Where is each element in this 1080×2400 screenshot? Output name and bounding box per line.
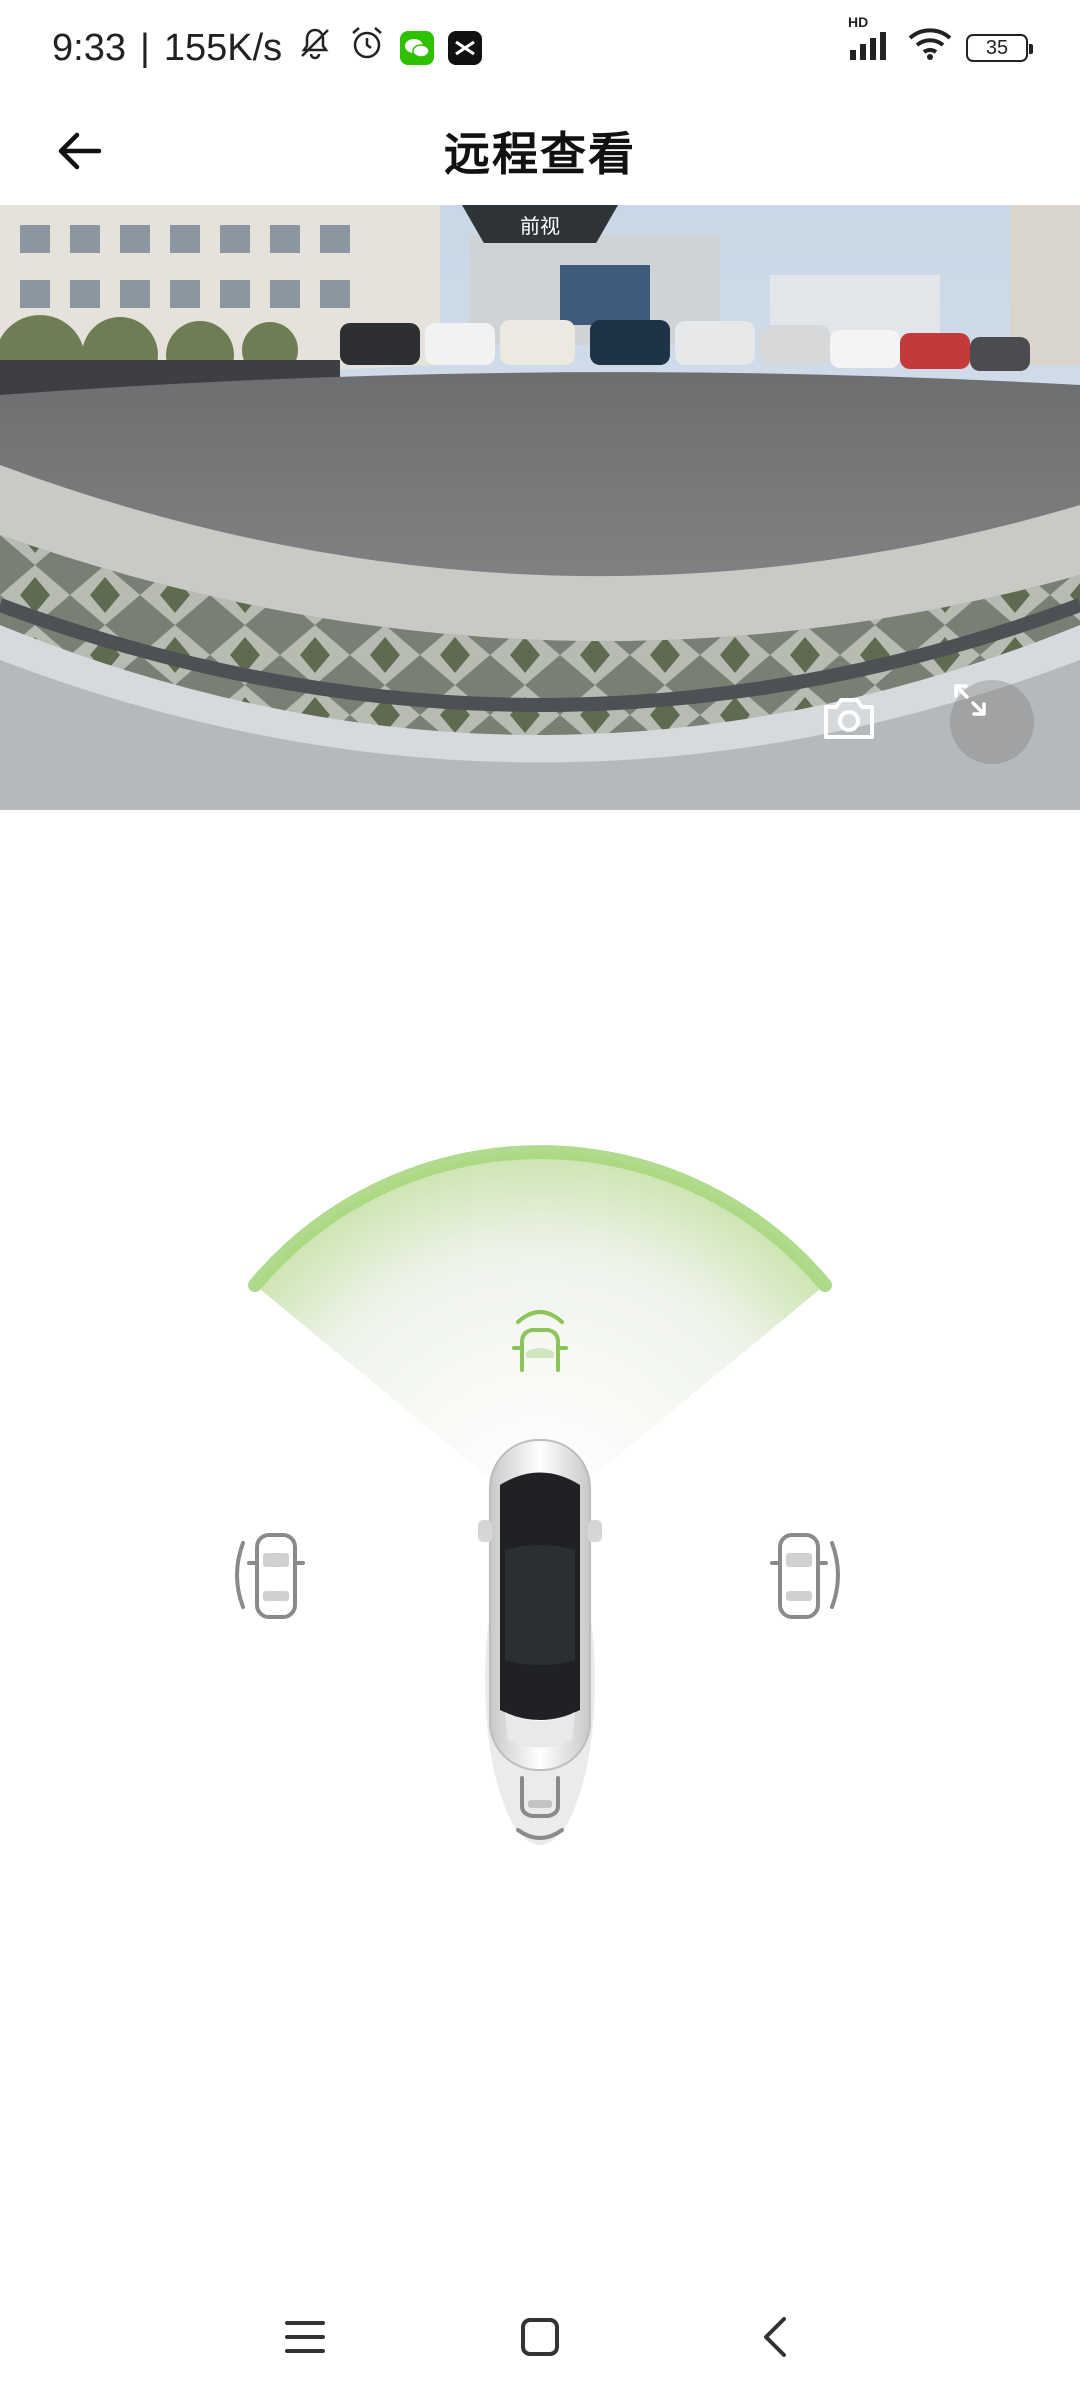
home-button[interactable] bbox=[495, 2292, 585, 2382]
expand-icon bbox=[954, 684, 986, 716]
back-button[interactable] bbox=[44, 118, 114, 184]
wifi-icon bbox=[908, 26, 952, 70]
header: 远程查看 bbox=[0, 96, 1080, 206]
recents-button[interactable] bbox=[260, 2292, 350, 2382]
camera-icon bbox=[824, 698, 874, 739]
car-left-icon bbox=[235, 1533, 305, 1619]
camera-selector bbox=[0, 1100, 1080, 1900]
menu-icon bbox=[285, 2321, 325, 2353]
battery-level: 35 bbox=[985, 36, 1009, 59]
capcut-icon bbox=[448, 31, 483, 65]
status-bar: 9:33 | 155K/s HD 35 bbox=[0, 0, 1080, 96]
system-nav-bar bbox=[0, 2270, 1080, 2400]
status-left: 9:33 | 155K/s bbox=[52, 24, 483, 72]
mute-icon bbox=[296, 24, 334, 72]
right-camera-button[interactable] bbox=[755, 1520, 855, 1630]
status-separator: | bbox=[139, 26, 150, 69]
status-right: HD 35 bbox=[848, 14, 1033, 70]
page-title: 远程查看 bbox=[444, 127, 636, 181]
wechat-icon bbox=[400, 31, 435, 65]
back-icon bbox=[764, 2317, 786, 2357]
alarm-icon bbox=[348, 24, 386, 72]
camera-feed[interactable]: 前视 bbox=[0, 205, 1080, 810]
front-camera-button[interactable] bbox=[490, 1295, 590, 1385]
rear-camera-button[interactable] bbox=[495, 1760, 585, 1860]
battery-icon: 35 bbox=[966, 34, 1033, 62]
arrow-left-icon bbox=[58, 132, 102, 170]
signal-label: HD bbox=[848, 14, 869, 30]
view-label: 前视 bbox=[462, 205, 618, 243]
signal-icon: HD bbox=[848, 14, 894, 70]
system-back-button[interactable] bbox=[730, 2292, 820, 2382]
left-camera-button[interactable] bbox=[220, 1520, 320, 1630]
status-time: 9:33 bbox=[52, 26, 126, 69]
car-rear-icon bbox=[516, 1776, 564, 1840]
car-right-icon bbox=[770, 1533, 840, 1619]
car-front-icon bbox=[512, 1310, 568, 1372]
network-speed: 155K/s bbox=[163, 26, 283, 69]
home-icon bbox=[521, 2318, 559, 2356]
fullscreen-button[interactable] bbox=[950, 680, 1034, 764]
snapshot-button[interactable] bbox=[822, 695, 884, 757]
camera-image bbox=[0, 205, 1080, 810]
